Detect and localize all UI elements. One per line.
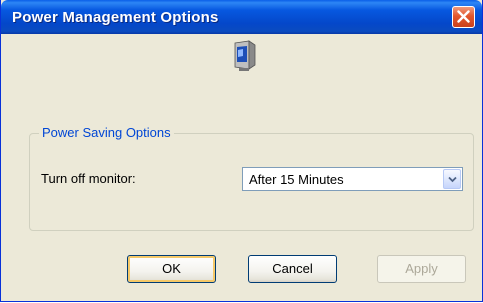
cancel-button[interactable]: Cancel	[248, 255, 337, 283]
window-title: Power Management Options	[12, 9, 219, 26]
dropdown-arrow-button[interactable]	[443, 169, 461, 189]
turn-off-monitor-dropdown[interactable]: After 15 Minutes	[242, 167, 463, 191]
ok-button[interactable]: OK	[127, 255, 216, 283]
chevron-down-icon	[448, 176, 457, 183]
dropdown-selected-value: After 15 Minutes	[249, 172, 344, 187]
title-bar[interactable]: Power Management Options	[1, 0, 482, 34]
turn-off-monitor-label: Turn off monitor:	[41, 171, 136, 186]
close-icon	[457, 10, 470, 23]
apply-button[interactable]: Apply	[377, 255, 466, 283]
group-legend: Power Saving Options	[39, 125, 174, 140]
dialog-window: Power Management Options Power Saving Op…	[0, 0, 483, 302]
monitor-icon	[234, 40, 256, 71]
close-button[interactable]	[452, 6, 475, 28]
